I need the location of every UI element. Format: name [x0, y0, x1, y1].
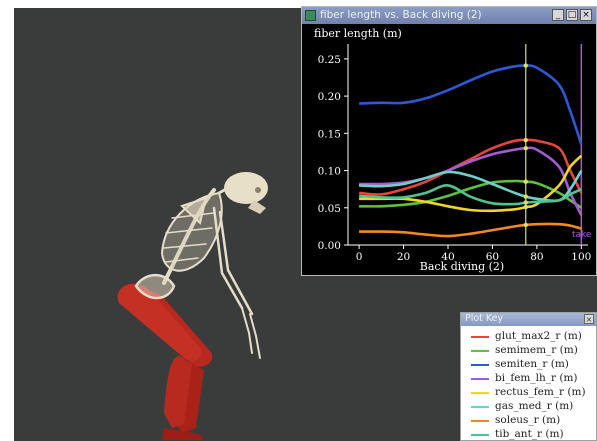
plot-app-icon: [305, 10, 316, 21]
plot-key-window[interactable]: Plot Key × glut_max2_r (m) semimem_r (m) s…: [460, 312, 597, 441]
plot-key-item[interactable]: tib_ant_r (m): [471, 428, 596, 440]
plot-key-swatch: [471, 392, 489, 394]
cursor-point: [523, 179, 528, 184]
y-tick-label: 0.20: [318, 91, 341, 103]
plot-key-label: glut_max2_r (m): [495, 330, 582, 342]
y-tick-label: 0.25: [318, 54, 341, 66]
y-tick-label: 0.15: [318, 128, 341, 140]
plot-key-label: rectus_fem_r (m): [495, 386, 586, 398]
plot-key-swatch: [471, 350, 489, 352]
plot-key-label: bi_fem_lh_r (m): [495, 372, 578, 384]
skull: [224, 172, 268, 214]
plot-key-title: Plot Key: [465, 313, 504, 324]
plot-key-label: semimem_r (m): [495, 344, 578, 356]
y-tick-label: 0.10: [318, 166, 341, 178]
plot-key-swatch: [471, 336, 489, 338]
cursor-point: [523, 146, 528, 151]
cursor-point: [523, 194, 528, 199]
series-line: [359, 64, 583, 145]
x-tick-label: 80: [530, 251, 543, 263]
plot-key-swatch: [471, 420, 489, 422]
plot-key-close-button[interactable]: ×: [584, 314, 594, 324]
cursor-point: [523, 222, 528, 228]
plot-key-item[interactable]: gas_med_r (m): [471, 400, 596, 414]
plot-key-swatch: [471, 434, 489, 436]
plot-key-item[interactable]: rectus_fem_r (m): [471, 386, 596, 400]
cursor-point: [523, 204, 528, 210]
y-axis-label: fiber length (m): [314, 27, 402, 40]
plot-key-item[interactable]: semiten_r (m): [471, 358, 596, 372]
plot-title: fiber length vs. Back diving (2): [320, 9, 482, 21]
plot-key-swatch: [471, 406, 489, 408]
plot-key-item[interactable]: bi_fem_lh_r (m): [471, 372, 596, 386]
plot-key-item[interactable]: soleus_r (m): [471, 414, 596, 428]
cursor-point: [523, 200, 528, 205]
x-tick-label: 100: [571, 251, 591, 263]
cursor-point: [523, 63, 528, 68]
y-tick-label: 0.05: [318, 203, 341, 215]
plot-key-label: soleus_r (m): [495, 414, 561, 426]
x-tick-label: 0: [356, 251, 363, 263]
cursor-point: [523, 137, 528, 143]
maximize-button[interactable]: □: [566, 9, 578, 21]
plot-key-label: gas_med_r (m): [495, 400, 574, 412]
plot-key-item[interactable]: semimem_r (m): [471, 344, 596, 358]
plot-key-swatch: [471, 364, 489, 366]
plot-key-label: semiten_r (m): [495, 358, 569, 370]
plot-titlebar[interactable]: fiber length vs. Back diving (2) _ □ ×: [302, 7, 596, 24]
y-tick-label: 0.00: [318, 240, 341, 252]
plot-key-item[interactable]: glut_max2_r (m): [471, 330, 596, 344]
x-tick-label: 40: [441, 251, 454, 263]
minimize-button[interactable]: _: [552, 9, 564, 21]
fiber-length-chart[interactable]: fiber length (m) Back diving (2) take 0.…: [302, 24, 596, 275]
plot-key-titlebar[interactable]: Plot Key ×: [461, 313, 596, 326]
close-button[interactable]: ×: [580, 9, 592, 21]
x-tick-label: 60: [486, 251, 499, 263]
plot-key-label: tib_ant_r (m): [495, 428, 564, 440]
chart-series: [359, 64, 583, 238]
plot-window[interactable]: fiber length vs. Back diving (2) _ □ × f…: [301, 6, 597, 276]
x-tick-label: 20: [397, 251, 410, 263]
series-line: [359, 222, 582, 238]
plot-key-swatch: [471, 378, 489, 380]
